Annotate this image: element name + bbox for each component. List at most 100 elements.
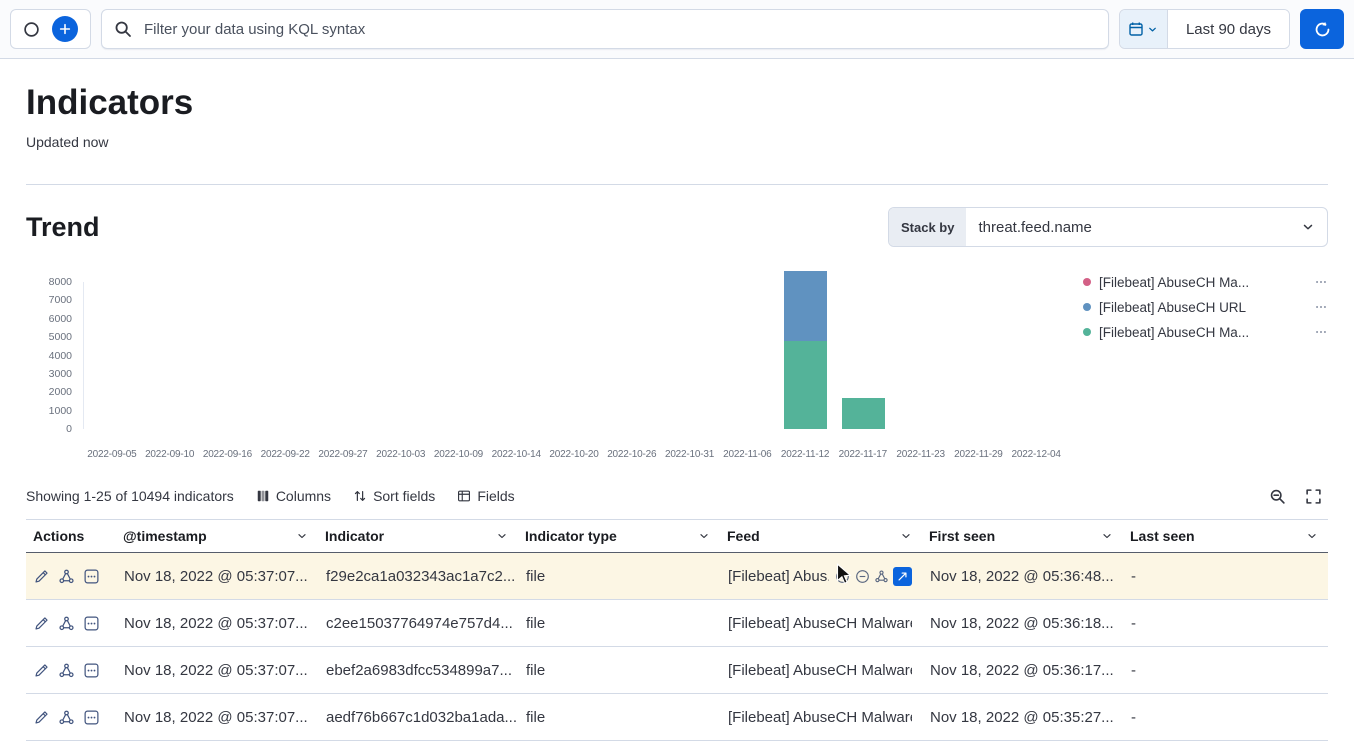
legend-item[interactable]: [Filebeat] AbuseCH Ma... (1083, 323, 1328, 341)
bar-segment[interactable] (784, 341, 827, 429)
table-row[interactable]: Nov 18, 2022 @ 05:37:07...aedf76b667c1d0… (26, 694, 1328, 741)
column-header-first-seen[interactable]: First seen (922, 520, 1123, 552)
chart-legend: [Filebeat] AbuseCH Ma... [Filebeat] Abuse… (1083, 271, 1328, 467)
indicator-type-cell[interactable]: file (518, 568, 720, 585)
indicator-cell[interactable]: f29e2ca1a032343ac1a7c2... (318, 568, 518, 585)
x-axis-label: 2022-10-09 (430, 449, 488, 460)
investigate-in-timeline-icon[interactable] (59, 663, 74, 678)
legend-item[interactable]: [Filebeat] AbuseCH URL (1083, 298, 1328, 316)
feed-cell[interactable]: [Filebeat] AbuseCH Malware (720, 709, 922, 726)
columns-button[interactable]: Columns (248, 484, 339, 508)
edit-indicator-icon[interactable] (34, 616, 49, 631)
first-seen-cell[interactable]: Nov 18, 2022 @ 05:36:48... (922, 568, 1123, 585)
y-axis-label: 7000 (49, 294, 72, 306)
timestamp-cell[interactable]: Nov 18, 2022 @ 05:37:07... (116, 709, 318, 726)
indicators-page: Indicators Updated now Trend Stack by th… (0, 84, 1354, 741)
calendar-icon (1128, 21, 1144, 37)
legend-item-menu-icon[interactable] (1314, 275, 1328, 289)
legend-item-menu-icon[interactable] (1314, 300, 1328, 314)
indicator-type-cell[interactable]: file (518, 709, 720, 726)
filter-for-icon[interactable] (835, 569, 850, 584)
x-axis-label: 2022-12-04 (1007, 449, 1065, 460)
indicators-table: Actions@timestampIndicatorIndicator type… (26, 519, 1328, 741)
indicator-cell[interactable]: c2ee15037764974e757d4... (318, 615, 518, 632)
datagrid-toolbar: Showing 1-25 of 10494 indicators Columns… (26, 481, 1328, 511)
indicator-type-cell[interactable]: file (518, 615, 720, 632)
edit-indicator-icon[interactable] (34, 663, 49, 678)
feed-cell[interactable]: [Filebeat] AbuseCH Malware (720, 615, 922, 632)
last-seen-cell[interactable]: - (1123, 568, 1328, 585)
x-axis-label: 2022-10-31 (661, 449, 719, 460)
x-axis-label: 2022-10-20 (545, 449, 603, 460)
column-header-last-seen[interactable]: Last seen (1123, 520, 1328, 552)
bar-segment[interactable] (842, 398, 885, 429)
investigate-in-timeline-icon[interactable] (59, 616, 74, 631)
table-row[interactable]: Nov 18, 2022 @ 05:37:07...c2ee1503776497… (26, 600, 1328, 647)
investigate-in-timeline-icon[interactable] (59, 710, 74, 725)
expand-cell-icon[interactable] (893, 567, 912, 586)
column-header-indicator[interactable]: Indicator (318, 520, 518, 552)
edit-indicator-icon[interactable] (34, 569, 49, 584)
feed-cell[interactable]: [Filebeat] AbuseCH Malware (720, 662, 922, 679)
more-actions-icon[interactable] (84, 569, 99, 584)
table-header-row: Actions@timestampIndicatorIndicator type… (26, 519, 1328, 553)
indicator-cell[interactable]: aedf76b667c1d032ba1ada... (318, 709, 518, 726)
date-quick-select-button[interactable] (1120, 10, 1168, 48)
updated-text: Updated now (26, 134, 1328, 150)
date-range-button[interactable]: Last 90 days (1168, 10, 1289, 48)
timestamp-cell[interactable]: Nov 18, 2022 @ 05:37:07... (116, 662, 318, 679)
first-seen-cell[interactable]: Nov 18, 2022 @ 05:36:17... (922, 662, 1123, 679)
stack-by-value: threat.feed.name (966, 219, 1301, 236)
stack-by-select[interactable]: Stack by threat.feed.name (888, 207, 1328, 247)
refresh-button[interactable] (1300, 9, 1344, 49)
chevron-down-icon[interactable] (496, 530, 508, 542)
x-axis-label: 2022-11-23 (892, 449, 950, 460)
legend-dot-icon (1083, 303, 1091, 311)
feed-cell[interactable]: [Filebeat] Abus... (720, 567, 922, 586)
filter-out-icon[interactable] (855, 569, 870, 584)
timestamp-cell[interactable]: Nov 18, 2022 @ 05:37:07... (116, 568, 318, 585)
first-seen-cell[interactable]: Nov 18, 2022 @ 05:36:18... (922, 615, 1123, 632)
investigate-in-timeline-icon[interactable] (59, 569, 74, 584)
chevron-down-icon[interactable] (296, 530, 308, 542)
table-row[interactable]: Nov 18, 2022 @ 05:37:07...f29e2ca1a03234… (26, 553, 1328, 600)
chevron-down-icon[interactable] (1101, 530, 1113, 542)
more-actions-icon[interactable] (84, 616, 99, 631)
chevron-down-icon (1147, 24, 1158, 35)
indicator-type-cell[interactable]: file (518, 662, 720, 679)
legend-label: [Filebeat] AbuseCH Ma... (1099, 275, 1314, 290)
legend-item[interactable]: [Filebeat] AbuseCH Ma... (1083, 273, 1328, 291)
column-header-label: Feed (727, 528, 760, 544)
more-actions-icon[interactable] (84, 663, 99, 678)
chevron-down-icon[interactable] (900, 530, 912, 542)
saved-queries-button[interactable] (23, 21, 40, 38)
kql-search-input[interactable] (142, 20, 1096, 39)
add-to-timeline-icon[interactable] (875, 570, 888, 583)
table-row[interactable]: Nov 18, 2022 @ 05:37:07...ebef2a6983dfcc… (26, 647, 1328, 694)
last-seen-cell[interactable]: - (1123, 615, 1328, 632)
chevron-down-icon[interactable] (698, 530, 710, 542)
bar-segment[interactable] (784, 271, 827, 341)
column-header-timestamp[interactable]: @timestamp (116, 520, 318, 552)
column-header-indicator-type[interactable]: Indicator type (518, 520, 720, 552)
timestamp-cell[interactable]: Nov 18, 2022 @ 05:37:07... (116, 615, 318, 632)
chevron-down-icon[interactable] (1306, 530, 1318, 542)
sort-fields-button-label: Sort fields (373, 488, 435, 504)
add-filter-button[interactable] (52, 16, 78, 42)
inspect-icon (1269, 488, 1286, 505)
table-body: Nov 18, 2022 @ 05:37:07...f29e2ca1a03234… (26, 553, 1328, 741)
sort-fields-button[interactable]: Sort fields (345, 484, 443, 508)
more-actions-icon[interactable] (84, 710, 99, 725)
edit-indicator-icon[interactable] (34, 710, 49, 725)
first-seen-cell[interactable]: Nov 18, 2022 @ 05:35:27... (922, 709, 1123, 726)
fields-button[interactable]: Fields (449, 484, 522, 508)
last-seen-cell[interactable]: - (1123, 662, 1328, 679)
inspect-button[interactable] (1262, 481, 1292, 511)
stack-by-label: Stack by (889, 208, 966, 246)
fullscreen-button[interactable] (1298, 481, 1328, 511)
legend-item-menu-icon[interactable] (1314, 325, 1328, 339)
column-header-label: @timestamp (123, 528, 207, 544)
indicator-cell[interactable]: ebef2a6983dfcc534899a7... (318, 662, 518, 679)
column-header-feed[interactable]: Feed (720, 520, 922, 552)
last-seen-cell[interactable]: - (1123, 709, 1328, 726)
